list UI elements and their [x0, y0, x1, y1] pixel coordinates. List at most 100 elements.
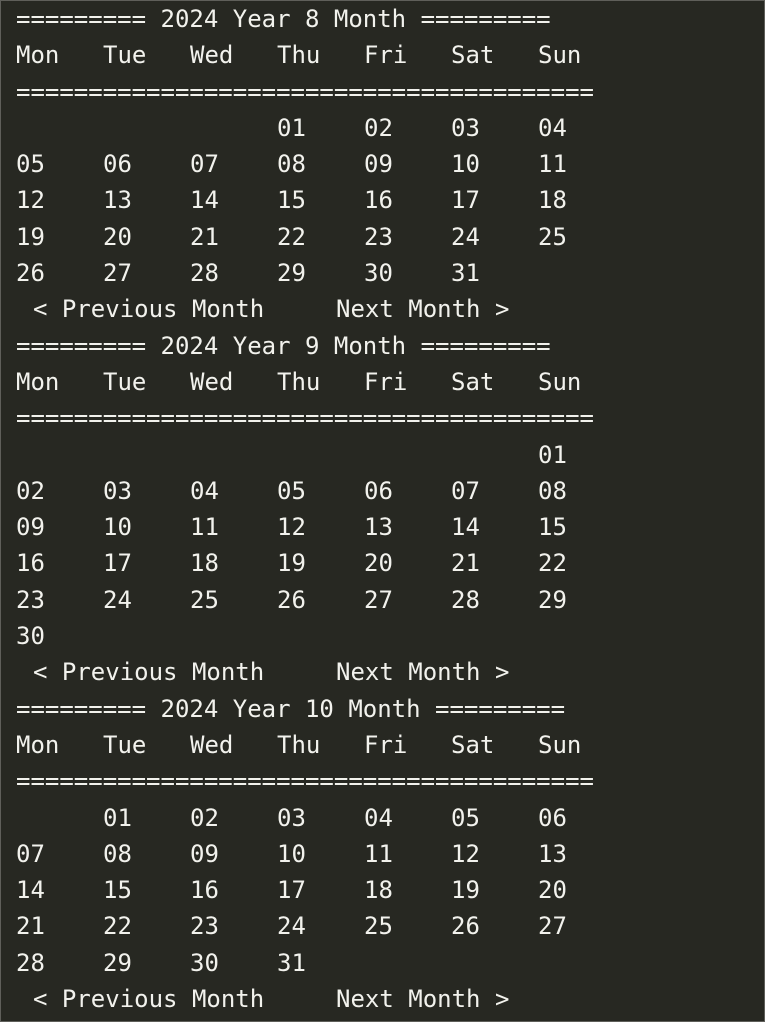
day-cell: 14: [451, 513, 480, 542]
previous-month-button[interactable]: < Previous Month: [33, 291, 336, 327]
weekday-label: Tue: [103, 41, 147, 70]
day-cell: 10: [277, 839, 306, 868]
weekday-header-row: Mon Tue Wed Thu Fri Sat Sun: [16, 364, 764, 400]
day-cell: 08: [277, 150, 306, 179]
day-cell: 08: [538, 476, 567, 505]
day-cell: 18: [364, 876, 393, 905]
day-cell: 06: [364, 476, 393, 505]
week-row: 09 10 11 12 13 14 15: [16, 509, 764, 545]
next-month-button[interactable]: Next Month >: [336, 654, 509, 690]
weekday-label: Sun: [538, 41, 582, 70]
day-cell: 14: [16, 876, 45, 905]
weekday-label: Sun: [538, 367, 582, 396]
week-row: 19 20 21 22 23 24 25: [16, 219, 764, 255]
day-cell: 16: [16, 549, 45, 578]
day-cell: 21: [451, 549, 480, 578]
terminal-output: ========= 2024 Year 8 Month ========= Mon…: [0, 0, 765, 1022]
day-cell: 03: [451, 113, 480, 142]
day-cell: 15: [103, 876, 132, 905]
weekday-label: Tue: [103, 367, 147, 396]
week-row: 30: [16, 618, 764, 654]
next-month-button[interactable]: Next Month >: [336, 291, 509, 327]
weekday-label: Wed: [190, 730, 234, 759]
week-row: 01 02 03 04: [16, 110, 764, 146]
day-cell: 13: [364, 513, 393, 542]
day-cell: 29: [277, 259, 306, 288]
day-cell: 28: [16, 948, 45, 977]
day-cell: 17: [277, 876, 306, 905]
day-cell: 09: [190, 839, 219, 868]
day-cell: 24: [103, 585, 132, 614]
separator-line: ========================================: [16, 404, 594, 433]
day-cell: 02: [16, 476, 45, 505]
day-cell: 25: [190, 585, 219, 614]
day-cell: 27: [103, 259, 132, 288]
week-row: 14 15 16 17 18 19 20: [16, 872, 764, 908]
weekday-label: Thu: [277, 730, 321, 759]
next-month-button[interactable]: Next Month >: [336, 981, 509, 1017]
day-cell: 07: [16, 839, 45, 868]
day-cell: 15: [277, 186, 306, 215]
week-row: 23 24 25 26 27 28 29: [16, 582, 764, 618]
day-cell: 31: [277, 948, 306, 977]
day-cell: 17: [103, 549, 132, 578]
day-cell: 30: [16, 622, 45, 651]
day-cell: 20: [538, 876, 567, 905]
previous-month-button[interactable]: < Previous Month: [33, 981, 336, 1017]
day-cell: 01: [103, 803, 132, 832]
day-cell: 25: [364, 912, 393, 941]
day-cell: 18: [538, 186, 567, 215]
day-cell: 14: [190, 186, 219, 215]
day-cell: 30: [364, 259, 393, 288]
day-cell: 20: [103, 222, 132, 251]
day-cell: 19: [451, 876, 480, 905]
weekday-label: Sun: [538, 730, 582, 759]
day-cell: 13: [538, 839, 567, 868]
day-cell: 16: [190, 876, 219, 905]
weekday-label: Sat: [451, 367, 495, 396]
previous-month-button[interactable]: < Previous Month: [33, 654, 336, 690]
day-cell: 25: [538, 222, 567, 251]
calendar-output: ========= 2024 Year 8 Month ========= Mon…: [16, 1, 764, 1017]
month-block: ========= 2024 Year 10 Month ========= Mo…: [16, 691, 764, 1018]
day-cell: 26: [277, 585, 306, 614]
day-cell: 09: [364, 150, 393, 179]
day-cell: 30: [190, 948, 219, 977]
day-cell: 07: [190, 150, 219, 179]
day-cell: 23: [364, 222, 393, 251]
day-cell: 02: [364, 113, 393, 142]
day-cell: 10: [451, 150, 480, 179]
separator-line: ========================================: [16, 77, 594, 106]
week-row: 28 29 30 31: [16, 945, 764, 981]
weekday-label: Wed: [190, 367, 234, 396]
day-cell: 04: [190, 476, 219, 505]
day-cell: 12: [16, 186, 45, 215]
week-row: 07 08 09 10 11 12 13: [16, 836, 764, 872]
weekday-header-row: Mon Tue Wed Thu Fri Sat Sun: [16, 727, 764, 763]
day-cell: 15: [538, 513, 567, 542]
day-cell: 24: [451, 222, 480, 251]
day-cell: 01: [538, 440, 567, 469]
month-block: ========= 2024 Year 9 Month ========= Mon…: [16, 328, 764, 691]
day-cell: 19: [16, 222, 45, 251]
month-title: ========= 2024 Year 8 Month =========: [16, 5, 551, 33]
day-cell: 28: [190, 259, 219, 288]
day-cell: 16: [364, 186, 393, 215]
day-cell: 19: [277, 549, 306, 578]
day-cell: 13: [103, 186, 132, 215]
weekday-label: Fri: [364, 367, 408, 396]
month-nav: < Previous Month Next Month >: [16, 291, 764, 327]
day-cell: 28: [451, 585, 480, 614]
month-block: ========= 2024 Year 8 Month ========= Mon…: [16, 1, 764, 328]
day-cell: 27: [538, 912, 567, 941]
day-cell: 22: [277, 222, 306, 251]
day-cell: 06: [538, 803, 567, 832]
day-cell: 31: [451, 259, 480, 288]
weekday-label: Wed: [190, 41, 234, 70]
weekday-label: Tue: [103, 730, 147, 759]
day-cell: 01: [277, 113, 306, 142]
day-cell: 29: [103, 948, 132, 977]
day-cell: 11: [364, 839, 393, 868]
week-row: 16 17 18 19 20 21 22: [16, 545, 764, 581]
day-cell: 24: [277, 912, 306, 941]
